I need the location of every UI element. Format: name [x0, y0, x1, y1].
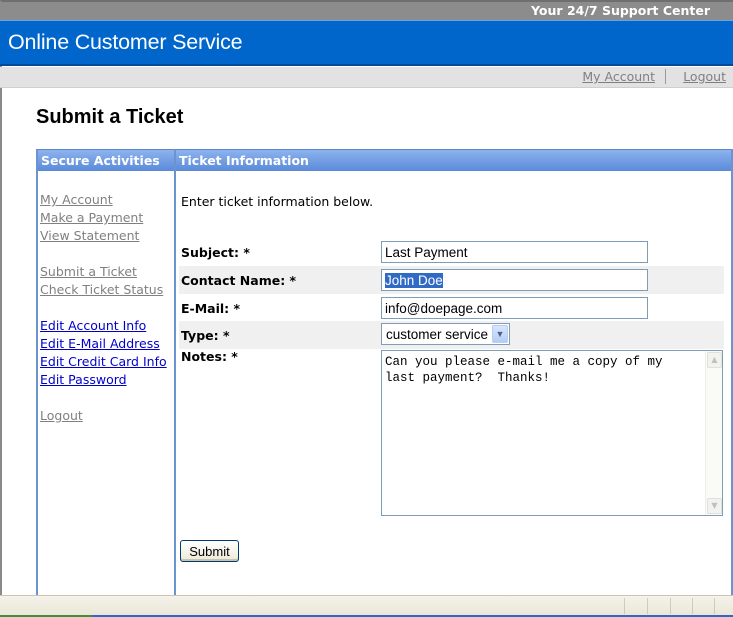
contact-name-row: Contact Name: * John Doe — [179, 266, 724, 294]
status-pane-divider — [624, 598, 625, 614]
sidebar-item-edit-email-address[interactable]: Edit E-Mail Address — [40, 336, 160, 351]
type-selected-value: customer service — [386, 327, 489, 342]
sidebar-item: Check Ticket Status — [40, 281, 174, 299]
sidebar-spacer — [40, 245, 174, 263]
sidebar-item-edit-account-info[interactable]: Edit Account Info — [40, 318, 146, 333]
sidebar-spacer — [40, 299, 174, 317]
sidebar-item-my-account[interactable]: My Account — [40, 192, 113, 207]
sidebar: Secure Activities My Account Make a Paym… — [36, 149, 176, 599]
page-title: Submit a Ticket — [36, 106, 184, 128]
header-my-account-link[interactable]: My Account — [582, 69, 655, 84]
status-pane-divider — [670, 598, 671, 614]
notes-scrollbar[interactable]: ▲ ▼ — [705, 351, 722, 515]
contact-name-selected-text: John Doe — [385, 273, 443, 288]
top-strip: Your 24/7 Support Center — [0, 2, 733, 20]
sidebar-item: Make a Payment — [40, 209, 174, 227]
subject-label: Subject: * — [181, 245, 250, 260]
contact-name-input[interactable]: John Doe — [381, 269, 648, 291]
sidebar-item: View Statement — [40, 227, 174, 245]
sidebar-item: Logout — [40, 407, 174, 425]
sidebar-item: Submit a Ticket — [40, 263, 174, 281]
sidebar-item: Edit E-Mail Address — [40, 335, 174, 353]
notes-text: Can you please e-mail me a copy of my la… — [385, 355, 663, 385]
utility-bar: My Account Logout — [0, 67, 733, 88]
browser-status-bar — [0, 595, 733, 615]
type-label: Type: * — [181, 328, 230, 343]
email-row: E-Mail: * info@doepage.com — [179, 294, 724, 322]
status-pane-divider — [647, 598, 648, 614]
sidebar-item-edit-credit-card-info[interactable]: Edit Credit Card Info — [40, 354, 167, 369]
scroll-down-icon[interactable]: ▼ — [707, 498, 722, 514]
sidebar-header: Secure Activities — [38, 149, 174, 171]
status-pane-divider — [714, 598, 715, 614]
submit-button[interactable]: Submit — [180, 540, 239, 562]
sidebar-item-make-payment[interactable]: Make a Payment — [40, 210, 143, 225]
sidebar-nav: My Account Make a Payment View Statement… — [38, 171, 174, 425]
email-input[interactable]: info@doepage.com — [381, 297, 648, 319]
subject-row: Subject: * Last Payment — [179, 238, 724, 266]
ticket-panel-header: Ticket Information — [176, 149, 731, 171]
status-pane-divider — [692, 598, 693, 614]
notes-textarea[interactable]: Can you please e-mail me a copy of my la… — [381, 350, 723, 516]
sidebar-item-submit-ticket[interactable]: Submit a Ticket — [40, 264, 137, 279]
site-title: Online Customer Service — [8, 30, 243, 54]
intro-text: Enter ticket information below. — [181, 194, 374, 209]
type-select[interactable]: customer service ▼ — [381, 323, 510, 345]
sidebar-item-view-statement[interactable]: View Statement — [40, 228, 139, 243]
sidebar-item: Edit Password — [40, 371, 174, 389]
contact-name-label: Contact Name: * — [181, 273, 297, 288]
sidebar-spacer — [40, 389, 174, 407]
utility-separator — [665, 69, 666, 84]
site-banner: Online Customer Service — [0, 20, 733, 66]
chevron-down-icon[interactable]: ▼ — [492, 325, 508, 343]
sidebar-item-check-ticket-status[interactable]: Check Ticket Status — [40, 282, 163, 297]
sidebar-item: Edit Credit Card Info — [40, 353, 174, 371]
sidebar-item-logout[interactable]: Logout — [40, 408, 83, 423]
ticket-panel: Ticket Information Enter ticket informat… — [176, 149, 733, 599]
subject-input[interactable]: Last Payment — [381, 241, 648, 263]
header-logout-link[interactable]: Logout — [683, 69, 726, 84]
sidebar-item-edit-password[interactable]: Edit Password — [40, 372, 127, 387]
tagline: Your 24/7 Support Center — [531, 3, 710, 18]
notes-label: Notes: * — [181, 349, 238, 364]
scroll-up-icon[interactable]: ▲ — [707, 352, 722, 368]
sidebar-item: My Account — [40, 191, 174, 209]
email-label: E-Mail: * — [181, 301, 241, 316]
sidebar-item: Edit Account Info — [40, 317, 174, 335]
